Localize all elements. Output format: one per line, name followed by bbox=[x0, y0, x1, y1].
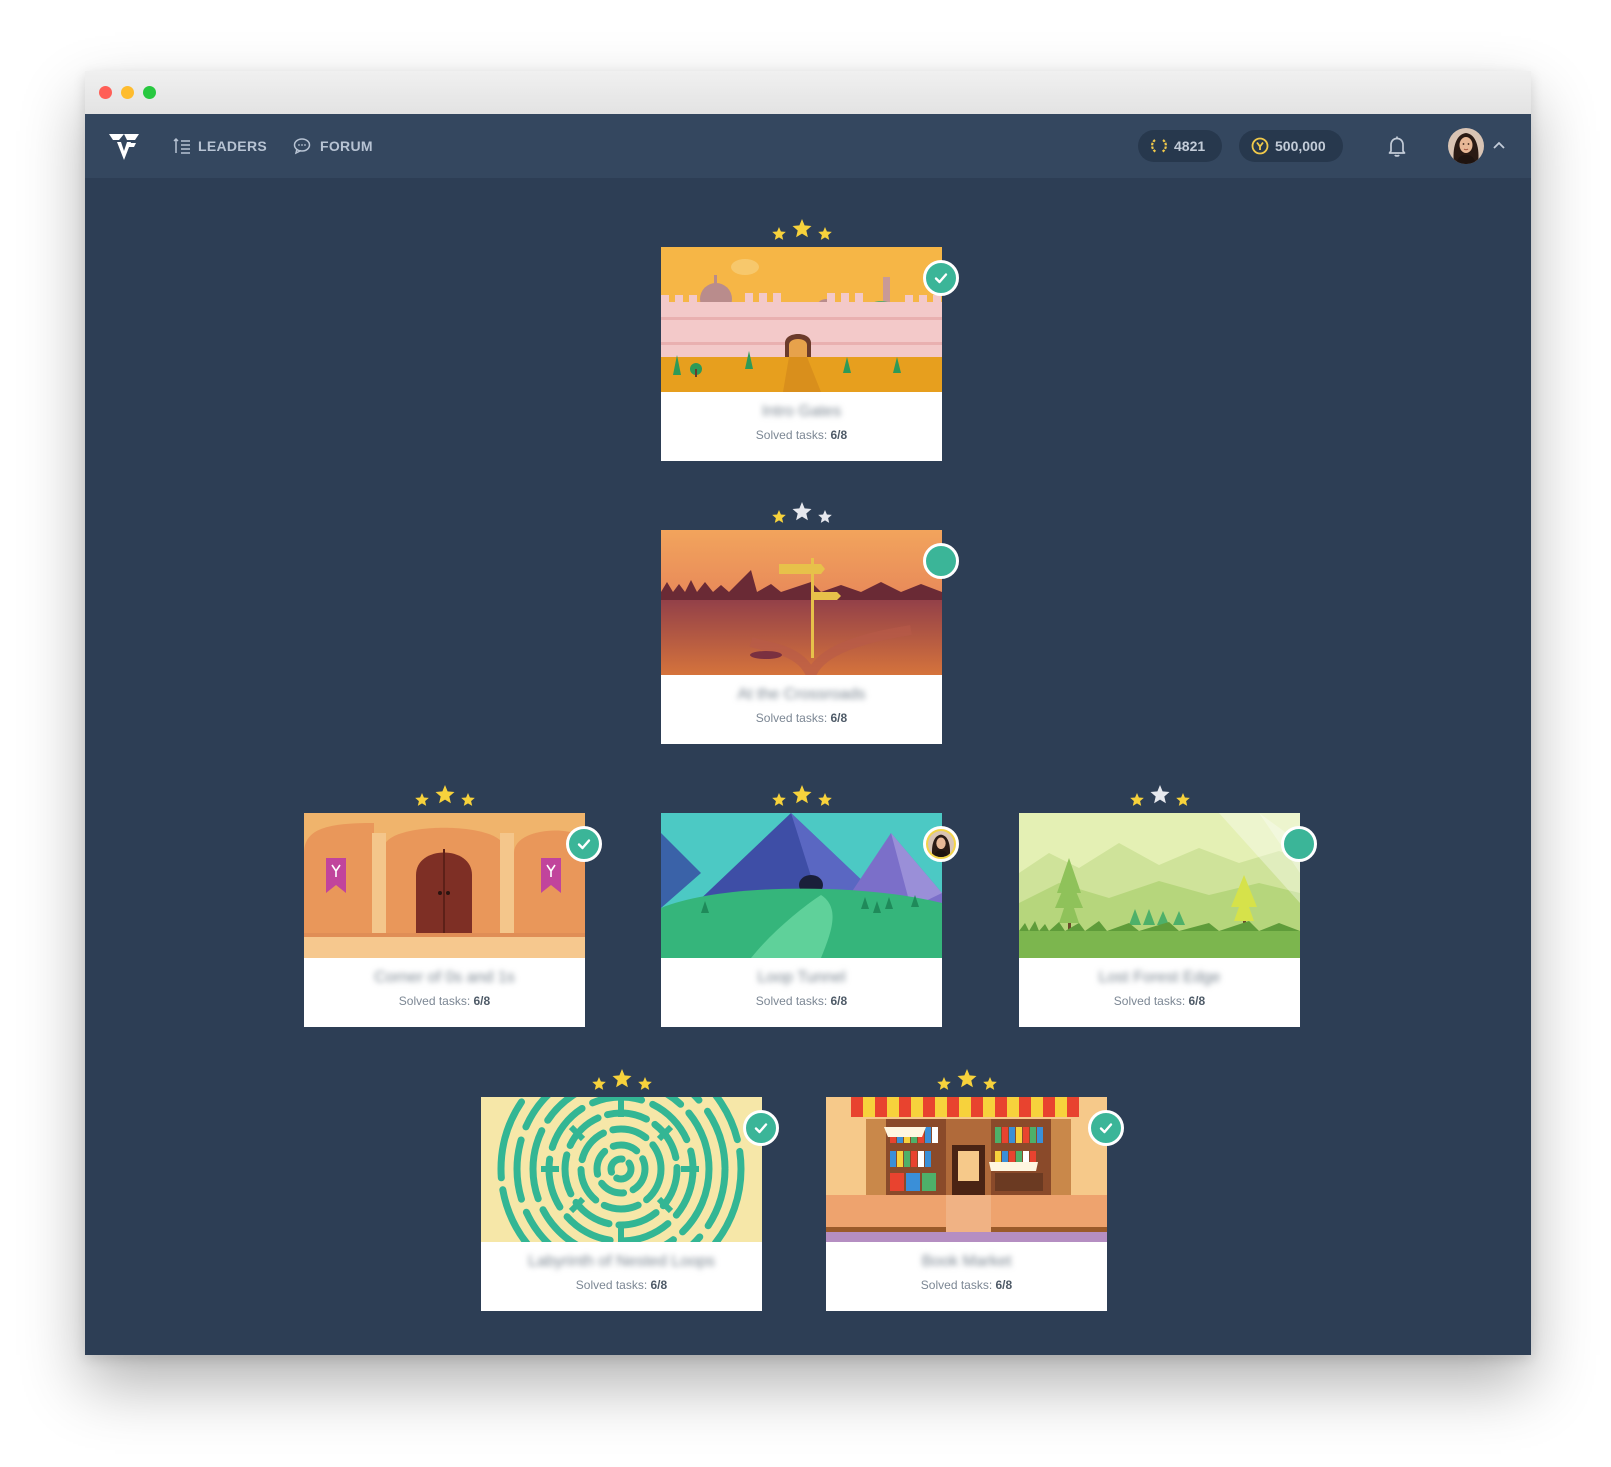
top-navigation-bar: LEADERS FORUM 4821 500,000 bbox=[85, 114, 1531, 178]
level-title: At the Crossroads bbox=[737, 686, 866, 703]
level-solved-tasks: Solved tasks: 6/8 bbox=[755, 428, 848, 442]
stars-2-of-3 bbox=[1129, 785, 1190, 806]
check-icon bbox=[934, 273, 948, 284]
level-solved-tasks: Solved tasks: 6/8 bbox=[920, 1278, 1013, 1292]
available-level-badge bbox=[1281, 826, 1317, 862]
app-logo[interactable] bbox=[107, 130, 141, 162]
level-solved-tasks: Solved tasks: 6/8 bbox=[755, 994, 848, 1008]
stars-3-of-3 bbox=[414, 785, 475, 806]
level-art-castle bbox=[661, 247, 942, 392]
points-counter[interactable]: 4821 bbox=[1138, 130, 1222, 162]
level-title: Lost Forest Edge bbox=[1098, 969, 1221, 986]
stars-3-of-3 bbox=[771, 219, 832, 240]
level-title: Labyrinth of Nested Loops bbox=[528, 1253, 715, 1270]
chevron-up-icon[interactable] bbox=[1492, 140, 1506, 150]
level-art-maze bbox=[481, 1097, 762, 1242]
level-card-loop-tunnel[interactable]: Loop Tunnel Solved tasks: 6/8 bbox=[661, 785, 959, 1027]
maximize-window-button[interactable] bbox=[143, 86, 156, 99]
stars-3-of-3 bbox=[936, 1069, 997, 1090]
completed-check-badge bbox=[1088, 1110, 1124, 1146]
level-card-intro-gates[interactable]: Intro Gates Solved tasks: 6/8 bbox=[661, 219, 959, 461]
level-solved-tasks: Solved tasks: 6/8 bbox=[1113, 994, 1206, 1008]
level-solved-tasks: Solved tasks: 6/8 bbox=[755, 711, 848, 725]
available-level-badge bbox=[923, 543, 959, 579]
app-window: LEADERS FORUM 4821 500,000 Intro Gates S… bbox=[85, 71, 1531, 1355]
level-card-at-the-crossroads[interactable]: At the Crossroads Solved tasks: 6/8 bbox=[661, 502, 959, 744]
completed-check-badge bbox=[743, 1110, 779, 1146]
user-avatar[interactable] bbox=[1448, 128, 1484, 164]
nav-leaders-link[interactable]: LEADERS bbox=[173, 136, 267, 156]
coin-icon bbox=[1251, 137, 1269, 155]
notifications-bell-icon[interactable] bbox=[1385, 134, 1409, 158]
level-title: Book Market bbox=[921, 1253, 1012, 1270]
nav-forum-link[interactable]: FORUM bbox=[293, 136, 373, 156]
coins-value: 500,000 bbox=[1275, 138, 1326, 154]
level-solved-tasks: Solved tasks: 6/8 bbox=[575, 1278, 668, 1292]
nav-leaders-label: LEADERS bbox=[198, 138, 267, 154]
nav-forum-label: FORUM bbox=[320, 138, 373, 154]
stars-3-of-3 bbox=[771, 785, 832, 806]
level-card-labyrinth[interactable]: Labyrinth of Nested Loops Solved tasks: … bbox=[481, 1069, 779, 1311]
level-card-lost-forest-edge[interactable]: Lost Forest Edge Solved tasks: 6/8 bbox=[1019, 785, 1317, 1027]
level-art-crossroads bbox=[661, 530, 942, 675]
check-icon bbox=[577, 839, 591, 850]
level-title: Corner of 0s and 1s bbox=[374, 969, 515, 986]
stars-3-of-3 bbox=[591, 1069, 652, 1090]
user-avatar-small bbox=[928, 831, 954, 857]
level-card-corner[interactable]: Corner of 0s and 1s Solved tasks: 6/8 bbox=[304, 785, 602, 1027]
laurel-icon bbox=[1151, 139, 1167, 153]
level-art-bookshop bbox=[826, 1097, 1107, 1242]
level-art-arches bbox=[304, 813, 585, 958]
level-title: Intro Gates bbox=[761, 403, 842, 420]
level-card-book-market[interactable]: Book Market Solved tasks: 6/8 bbox=[826, 1069, 1124, 1311]
window-titlebar bbox=[85, 71, 1531, 114]
level-title: Loop Tunnel bbox=[757, 969, 846, 986]
level-solved-tasks: Solved tasks: 6/8 bbox=[398, 994, 491, 1008]
check-icon bbox=[754, 1123, 768, 1134]
chat-bubbles-icon bbox=[293, 138, 311, 155]
check-icon bbox=[1099, 1123, 1113, 1134]
close-window-button[interactable] bbox=[99, 86, 112, 99]
points-value: 4821 bbox=[1174, 138, 1206, 154]
completed-check-badge bbox=[923, 260, 959, 296]
coins-counter[interactable]: 500,000 bbox=[1239, 130, 1343, 162]
level-art-mountain-tunnel bbox=[661, 813, 942, 958]
current-user-position-badge bbox=[923, 826, 959, 862]
completed-check-badge bbox=[566, 826, 602, 862]
leaderboard-icon bbox=[173, 137, 190, 154]
stars-1-of-3 bbox=[771, 502, 832, 523]
minimize-window-button[interactable] bbox=[121, 86, 134, 99]
level-art-forest bbox=[1019, 813, 1300, 958]
